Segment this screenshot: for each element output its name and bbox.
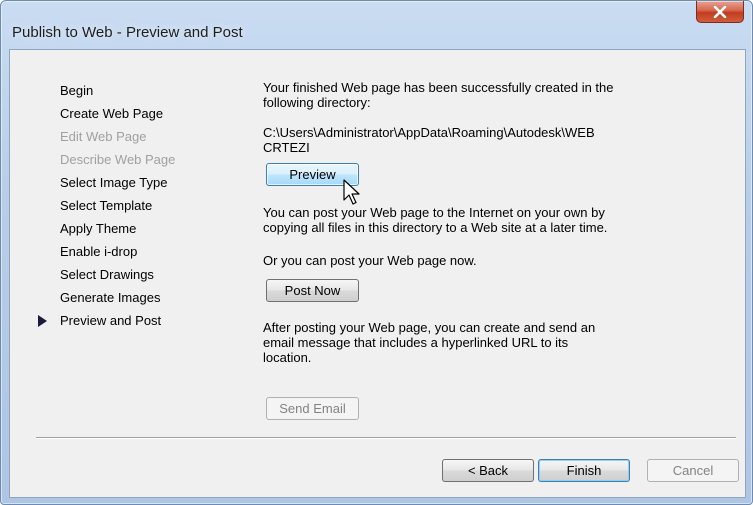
email-info-line-1: After posting your Web page, you can cre… [263,320,596,335]
step-edit-web-page: Edit Web Page [60,129,147,144]
dialog-body: Begin Create Web Page Edit Web Page Desc… [9,49,746,498]
step-describe-web-page: Describe Web Page [60,152,176,167]
step-select-drawings: Select Drawings [60,267,154,282]
step-begin: Begin [60,83,94,98]
email-info-message: After posting your Web page, you can cre… [263,320,595,365]
path-line-2: CRTEZI [263,140,310,155]
dialog-window: Publish to Web - Preview and Post Begin … [0,0,753,505]
output-directory-path: C:\Users\Administrator\AppData\Roaming\A… [263,125,595,155]
email-info-line-3: location. [263,350,312,365]
window-title: Publish to Web - Preview and Post [12,24,243,41]
success-line-1: Your finished Web page has been successf… [263,80,614,95]
close-button[interactable] [696,1,744,23]
send-email-button[interactable]: Send Email [266,397,359,420]
step-enable-i-drop: Enable i-drop [60,244,138,259]
back-button[interactable]: < Back [442,459,534,482]
step-create-web-page: Create Web Page [60,106,164,121]
email-info-line-2: email message that includes a hyperlinke… [263,335,569,350]
step-preview-and-post: Preview and Post [60,313,162,328]
post-info-line-1: You can post your Web page to the Intern… [263,205,605,220]
step-apply-theme: Apply Theme [60,221,137,236]
post-info-line-2: copying all files in this directory to a… [263,220,608,235]
post-now-info: Or you can post your Web page now. [263,253,477,268]
step-generate-images: Generate Images [60,290,161,305]
current-step-arrow-icon [38,315,47,327]
footer-separator [36,437,736,439]
success-message: Your finished Web page has been successf… [263,80,614,110]
close-icon [713,5,727,18]
cancel-button[interactable]: Cancel [647,459,739,482]
title-bar[interactable]: Publish to Web - Preview and Post [1,1,752,49]
success-line-2: following directory: [263,95,371,110]
path-line-1: C:\Users\Administrator\AppData\Roaming\A… [263,125,595,140]
preview-button[interactable]: Preview [266,163,359,186]
step-select-image-type: Select Image Type [60,175,168,190]
post-now-button[interactable]: Post Now [266,279,359,302]
post-info-message: You can post your Web page to the Intern… [263,205,607,235]
finish-button[interactable]: Finish [538,459,630,482]
step-select-template: Select Template [60,198,153,213]
